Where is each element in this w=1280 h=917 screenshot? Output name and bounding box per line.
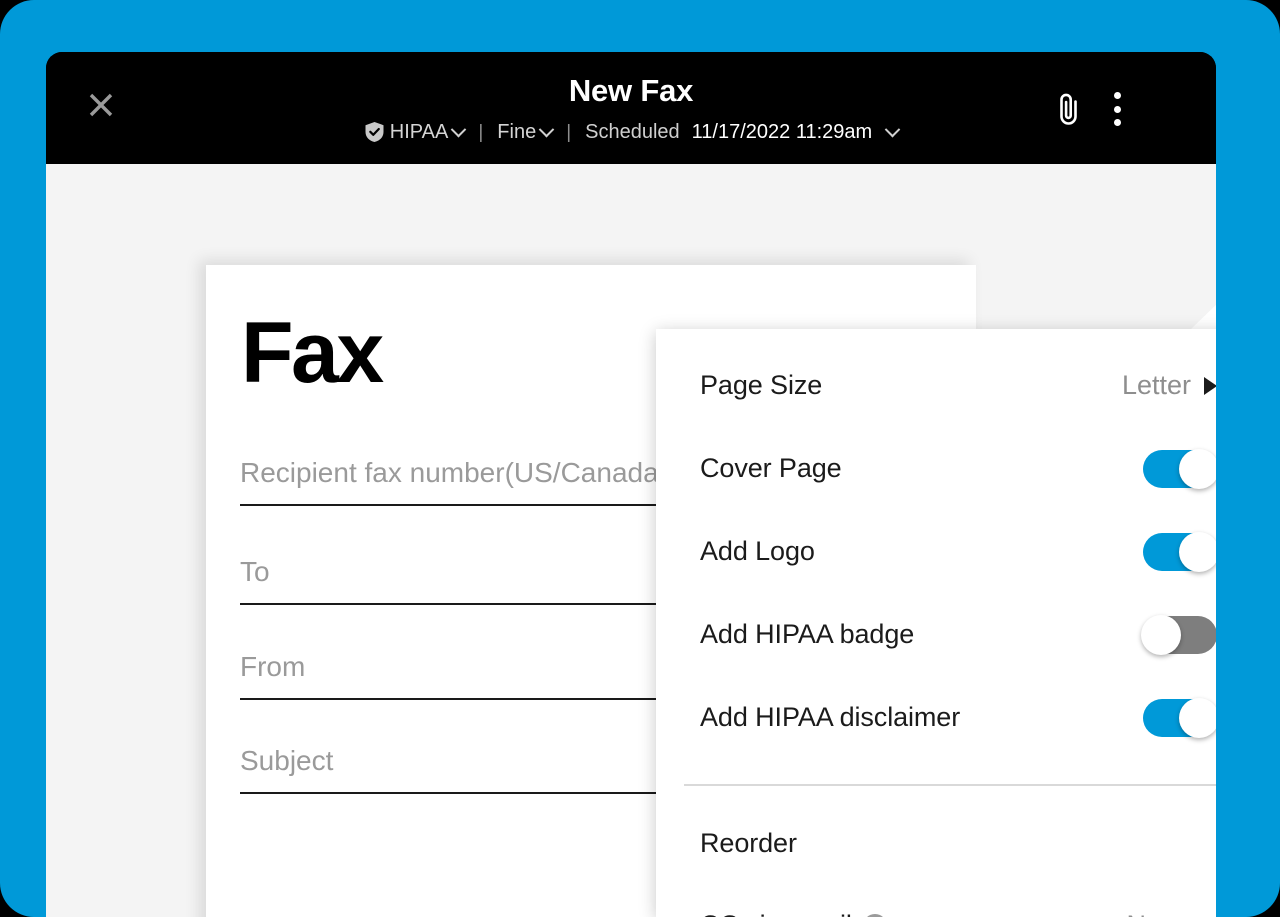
hipaa-label: HIPAA bbox=[390, 122, 449, 142]
quality-selector[interactable]: Fine bbox=[495, 120, 554, 144]
menu-item-reorder[interactable]: Reorder bbox=[656, 802, 1216, 885]
chevron-right-icon bbox=[1204, 377, 1216, 395]
meta-separator-2: | bbox=[554, 123, 583, 142]
menu-divider bbox=[684, 784, 1216, 786]
info-icon[interactable]: i bbox=[863, 914, 887, 917]
menu-item-cc-via-email[interactable]: CC via email i None bbox=[656, 884, 1216, 917]
kebab-dot-2 bbox=[1114, 106, 1121, 113]
kebab-dot-1 bbox=[1114, 92, 1121, 99]
menu-item-cover-page[interactable]: Cover Page bbox=[656, 427, 1216, 510]
menu-item-label: Reorder bbox=[700, 828, 797, 859]
fax-options-menu: Page Size Letter Cover Page Add Logo Add… bbox=[656, 329, 1216, 917]
fax-heading: Fax bbox=[241, 310, 382, 396]
menu-caret bbox=[1190, 303, 1216, 330]
chevron-down-icon bbox=[451, 121, 467, 137]
close-icon bbox=[88, 92, 114, 118]
cc-value: None bbox=[1126, 910, 1191, 917]
app-window: New Fax HIPAA | Fine bbox=[46, 52, 1216, 917]
schedule-value: 11/17/2022 11:29am bbox=[692, 122, 873, 142]
menu-item-label: Add HIPAA badge bbox=[700, 619, 914, 650]
meta-separator-1: | bbox=[466, 123, 495, 142]
menu-item-label: CC via email bbox=[700, 910, 852, 917]
cover-page-toggle[interactable] bbox=[1143, 450, 1216, 488]
menu-item-label: Add HIPAA disclaimer bbox=[700, 702, 960, 733]
header-meta-row: HIPAA | Fine | Scheduled 11/17/2022 11:2… bbox=[46, 119, 1216, 145]
device-frame: New Fax HIPAA | Fine bbox=[0, 0, 1280, 917]
shield-check-icon bbox=[364, 121, 385, 143]
menu-item-add-hipaa-badge[interactable]: Add HIPAA badge bbox=[656, 593, 1216, 676]
chevron-down-icon bbox=[885, 121, 901, 137]
add-hipaa-badge-toggle[interactable] bbox=[1143, 616, 1216, 654]
paperclip-icon bbox=[1055, 91, 1083, 127]
menu-item-add-logo[interactable]: Add Logo bbox=[656, 510, 1216, 593]
kebab-dot-3 bbox=[1114, 119, 1121, 126]
close-button[interactable] bbox=[84, 88, 118, 122]
menu-item-page-size[interactable]: Page Size Letter bbox=[656, 344, 1216, 427]
add-hipaa-disclaimer-toggle[interactable] bbox=[1143, 699, 1216, 737]
overflow-menu-button[interactable] bbox=[1102, 88, 1132, 130]
hipaa-selector[interactable]: HIPAA bbox=[362, 119, 467, 145]
menu-item-label: Cover Page bbox=[700, 453, 842, 484]
page-title: New Fax bbox=[46, 75, 1216, 106]
add-logo-toggle[interactable] bbox=[1143, 533, 1216, 571]
fax-workspace: Fax Recipient fax number(US/Canada) To F… bbox=[46, 164, 1216, 917]
quality-label: Fine bbox=[497, 122, 536, 142]
menu-item-label: Page Size bbox=[700, 370, 822, 401]
app-header: New Fax HIPAA | Fine bbox=[46, 52, 1216, 164]
cc-value-group: None bbox=[1126, 910, 1216, 917]
chevron-down-icon bbox=[539, 121, 555, 137]
header-title-block: New Fax HIPAA | Fine bbox=[46, 52, 1216, 145]
schedule-label: Scheduled bbox=[585, 122, 680, 142]
page-size-value: Letter bbox=[1122, 370, 1191, 401]
schedule-selector[interactable]: Scheduled 11/17/2022 11:29am bbox=[583, 120, 900, 144]
page-size-value-group: Letter bbox=[1122, 370, 1216, 401]
menu-item-label: Add Logo bbox=[700, 536, 815, 567]
menu-item-add-hipaa-disclaimer[interactable]: Add HIPAA disclaimer bbox=[656, 676, 1216, 759]
attach-button[interactable] bbox=[1050, 88, 1088, 130]
